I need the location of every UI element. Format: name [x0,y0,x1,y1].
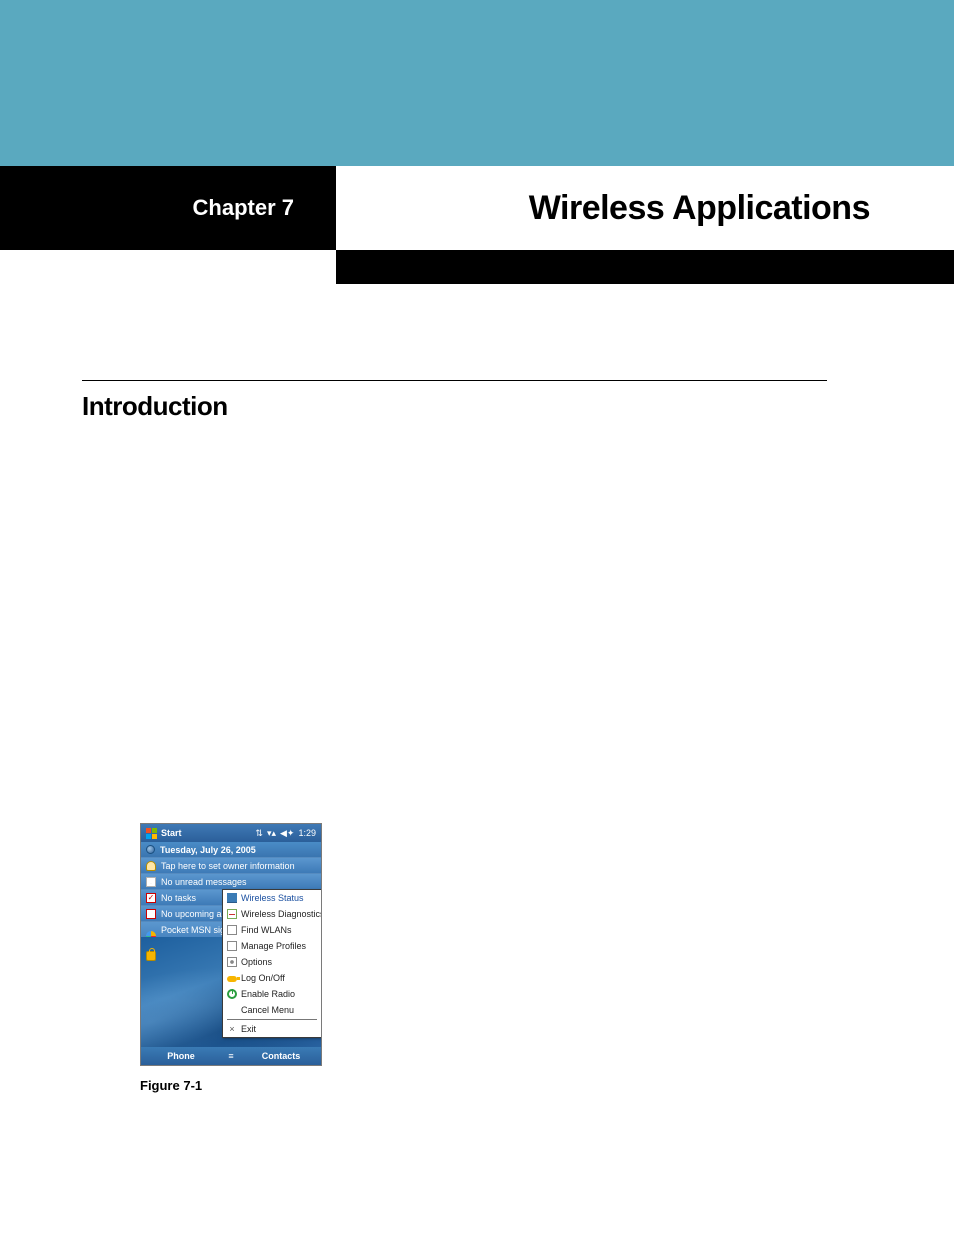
popup-label: Wireless Status [241,893,304,903]
figure-caption: Figure 7-1 [140,1078,322,1093]
envelope-icon [146,877,156,887]
messages-text: No unread messages [161,877,247,887]
popup-item-find-wlans[interactable]: Find WLANs [223,922,321,938]
black-underbar [336,250,954,284]
signal-icon: ▾▴ [267,828,276,839]
device-bottombar: Phone ≡ Contacts [141,1047,321,1065]
device-date-row: Tuesday, July 26, 2005 [141,842,321,857]
popup-label: Wireless Diagnostics [241,909,321,919]
lock-icon [146,951,156,961]
popup-item-manage-profiles[interactable]: Manage Profiles [223,938,321,954]
popup-item-wireless-diagnostics[interactable]: Wireless Diagnostics [223,906,321,922]
popup-label: Cancel Menu [241,1005,294,1015]
section-heading: Introduction [82,391,827,422]
profiles-icon [227,941,237,951]
power-icon [227,989,237,999]
speaker-icon: ◀✦ [280,828,294,839]
popup-separator [227,1019,317,1020]
options-icon [227,957,237,967]
key-icon [227,976,237,982]
popup-item-log-on-off[interactable]: Log On/Off [223,970,321,986]
popup-label: Manage Profiles [241,941,306,951]
popup-label: Enable Radio [241,989,295,999]
softkey-menu-icon[interactable]: ≡ [221,1051,241,1061]
device-screenshot: Start ⇅ ▾▴ ◀✦ 1:29 Tuesday, July 26, 200… [140,823,322,1066]
owner-text: Tap here to set owner information [161,861,295,871]
date-label: Tuesday, July 26, 2005 [160,845,256,855]
chapter-title-block: Wireless Applications [336,166,954,250]
section-rule [82,380,827,381]
clock-icon [146,845,155,854]
softkey-phone[interactable]: Phone [141,1051,221,1061]
popup-label: Log On/Off [241,973,285,983]
tasks-icon: ✓ [146,893,156,903]
owner-row: Tap here to set owner information [141,857,321,873]
popup-label: Options [241,957,272,967]
close-icon: × [227,1024,237,1034]
popup-item-exit[interactable]: × Exit [223,1021,321,1037]
appointments-text: No upcoming a [161,909,222,919]
person-icon [146,861,156,871]
messages-row: No unread messages [141,873,321,889]
windows-flag-icon [146,828,157,839]
popup-item-cancel-menu[interactable]: Cancel Menu [223,1002,321,1018]
msn-line1: Pocket MSN sig [161,925,225,936]
start-label: Start [161,828,182,838]
chapter-title: Wireless Applications [529,189,870,228]
popup-label: Exit [241,1024,256,1034]
softkey-contacts[interactable]: Contacts [241,1051,321,1061]
clock-label: 1:29 [298,828,316,838]
chapter-label: Chapter 7 [193,195,294,221]
tasks-text: No tasks [161,893,196,903]
figure-block: Start ⇅ ▾▴ ◀✦ 1:29 Tuesday, July 26, 200… [140,823,322,1093]
popup-item-wireless-status[interactable]: Wireless Status [223,890,321,906]
connectivity-icon: ⇅ [255,828,263,839]
calendar-icon [146,909,156,919]
wireless-popup-menu: Wireless Status Wireless Diagnostics Fin… [222,889,322,1038]
popup-item-enable-radio[interactable]: Enable Radio [223,986,321,1002]
device-topbar: Start ⇅ ▾▴ ◀✦ 1:29 [141,824,321,842]
popup-item-options[interactable]: Options [223,954,321,970]
find-icon [227,925,237,935]
top-teal-banner [0,0,954,166]
diagnostics-icon [227,909,237,919]
signal-bars-icon [227,893,237,903]
chapter-label-block: Chapter 7 [0,166,336,250]
popup-label: Find WLANs [241,925,292,935]
content-area: Introduction [82,380,827,422]
